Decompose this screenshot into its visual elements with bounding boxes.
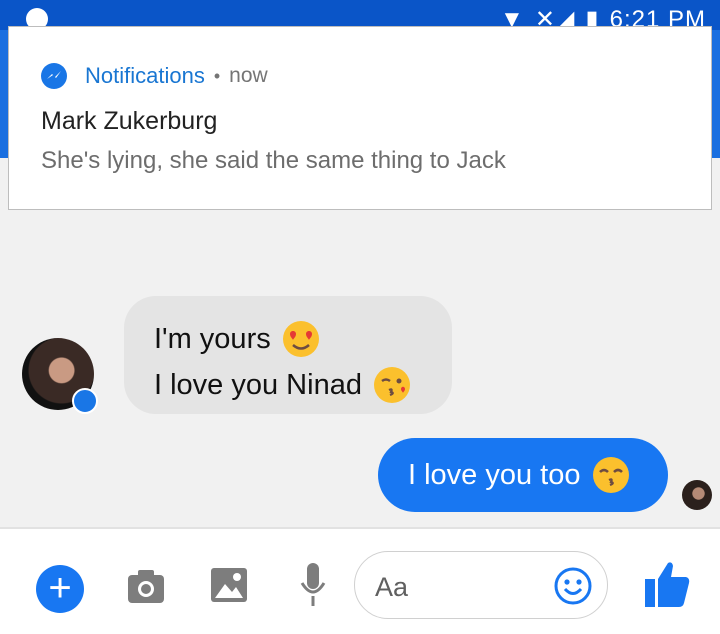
outgoing-message-bubble[interactable]: I love you too (378, 438, 668, 512)
conversation-area: I'm yours I love you Ninad I love you to… (0, 210, 720, 528)
incoming-message-text: I'm yours (154, 322, 271, 355)
notification-message: She's lying, she said the same thing to … (41, 147, 506, 174)
notification-app-name: Notifications (85, 63, 205, 88)
notification-sender: Mark Zukerburg (41, 107, 218, 135)
message-input[interactable]: Aa (354, 551, 608, 619)
heart-eyes-emoji-icon (281, 319, 321, 359)
notification-header: Notifications • now (41, 61, 268, 91)
messenger-badge-icon (72, 388, 98, 414)
kissing-heart-emoji-icon (372, 365, 412, 405)
notification-time: now (229, 64, 268, 87)
incoming-message-text: I love you Ninad (154, 368, 362, 401)
incoming-message-line: I love you Ninad (154, 362, 452, 408)
message-composer: + Aa (0, 529, 720, 634)
microphone-icon[interactable] (300, 561, 326, 609)
image-icon[interactable] (210, 565, 248, 605)
notification-separator: • (213, 65, 221, 86)
message-input-placeholder: Aa (375, 572, 409, 602)
messenger-icon (41, 63, 67, 89)
plus-icon[interactable]: + (36, 565, 84, 613)
seen-avatar (682, 480, 712, 510)
kissing-smiling-eyes-emoji-icon (591, 455, 631, 495)
thumbs-up-icon[interactable] (644, 559, 690, 609)
incoming-message-bubble[interactable]: I'm yours I love you Ninad (124, 296, 452, 414)
notification-card[interactable]: Notifications • now Mark Zukerburg She's… (8, 26, 712, 210)
outgoing-message-text: I love you too (408, 458, 581, 491)
incoming-message-line: I'm yours (154, 316, 452, 362)
smiley-icon[interactable] (553, 566, 593, 606)
camera-icon[interactable] (126, 565, 166, 609)
